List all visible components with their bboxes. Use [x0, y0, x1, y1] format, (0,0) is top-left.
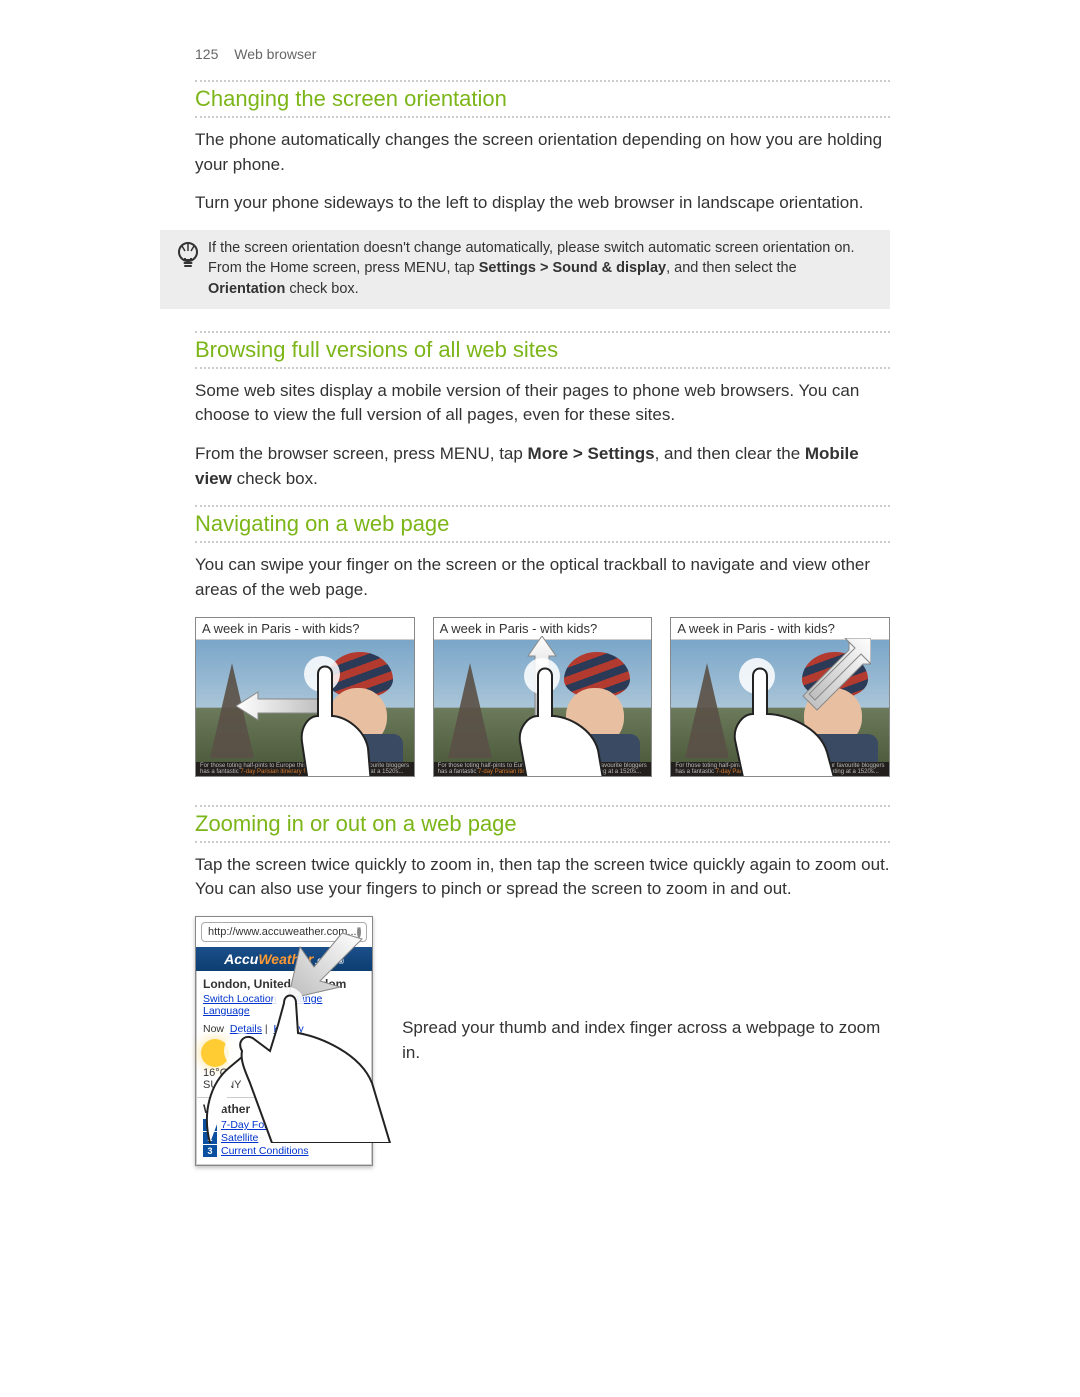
heading-zooming: Zooming in or out on a web page [195, 807, 890, 841]
thumb-swipe-diagonal: A week in Paris - with kids? For those t… [670, 617, 890, 777]
heading-changing-orientation: Changing the screen orientation [195, 82, 890, 116]
thumb-swipe-up: A week in Paris - with kids? For those t… [433, 617, 653, 777]
tip-text: If the screen orientation doesn't change… [208, 238, 878, 299]
lightbulb-icon [175, 240, 201, 279]
finger-icon [512, 646, 612, 777]
para-full-1: Some web sites display a mobile version … [195, 379, 890, 428]
pinch-gesture-icon [192, 933, 392, 1148]
zoom-caption: Spread your thumb and index finger acros… [402, 1016, 890, 1065]
para-orientation-sideways: Turn your phone sideways to the left to … [195, 191, 890, 216]
page-header: 125 Web browser [195, 46, 890, 62]
finger-icon [294, 656, 384, 777]
para-full-2: From the browser screen, press MENU, tap… [195, 442, 890, 491]
para-zoom-1: Tap the screen twice quickly to zoom in,… [195, 853, 890, 902]
tip-box: If the screen orientation doesn't change… [160, 230, 890, 309]
finger-icon [727, 636, 847, 777]
phone-mock: http://www.accuweather.com... AccuWeathe… [195, 916, 380, 1166]
heading-full-versions: Browsing full versions of all web sites [195, 333, 890, 367]
para-orientation-auto: The phone automatically changes the scre… [195, 128, 890, 177]
heading-navigating: Navigating on a web page [195, 507, 890, 541]
thumb-title: A week in Paris - with kids? [196, 618, 414, 640]
gesture-thumbnails: A week in Paris - with kids? For those t… [195, 617, 890, 777]
page-number: 125 [195, 46, 218, 62]
header-section: Web browser [234, 46, 316, 62]
para-nav-1: You can swipe your finger on the screen … [195, 553, 890, 602]
thumb-swipe-left: A week in Paris - with kids? For those t… [195, 617, 415, 777]
